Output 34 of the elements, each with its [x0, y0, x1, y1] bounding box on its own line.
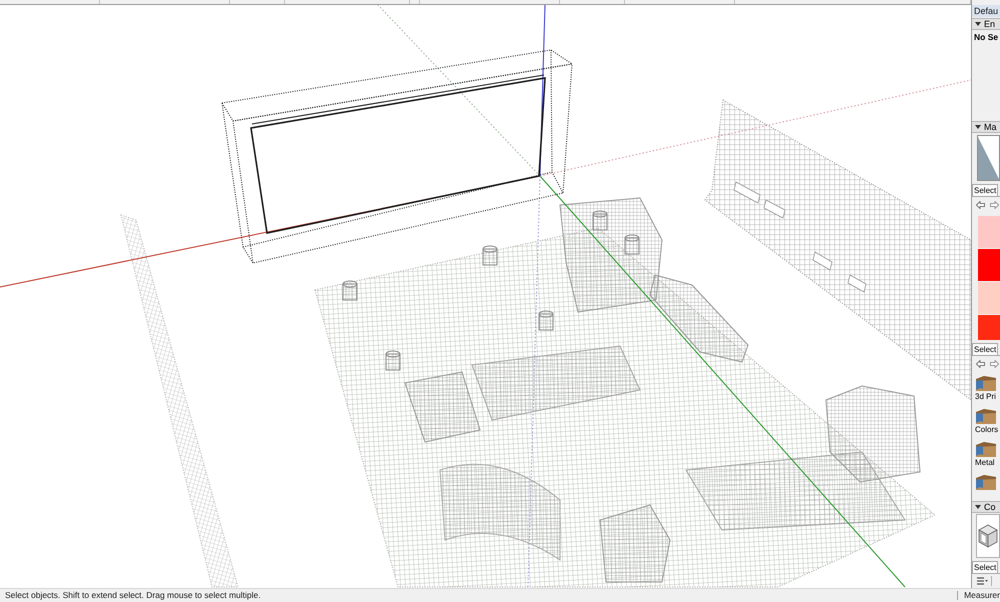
selection-status: No Se — [974, 33, 1000, 42]
folder-icon — [975, 441, 997, 458]
status-hint: Select objects. Shift to extend select. Drag mouse to select multiple. — [4, 591, 261, 600]
tab[interactable]: Select — [972, 184, 998, 196]
library-item[interactable]: Metal — [972, 439, 1000, 472]
library-item[interactable]: 3d Pri — [972, 373, 1000, 406]
wireframe-cylinder — [482, 246, 498, 266]
wireframe-cylinder — [386, 350, 400, 370]
folder-icon — [975, 375, 997, 392]
folder-icon — [975, 474, 997, 491]
library-item[interactable]: Colors — [972, 406, 1000, 439]
measurements-label: Measurer — [964, 591, 1000, 600]
wireframe-cylinder — [624, 234, 640, 254]
wireframe-cylinder — [592, 210, 608, 230]
tray-title: Defau — [972, 5, 1000, 17]
tab[interactable]: Select — [972, 561, 998, 573]
forward-arrow-icon[interactable] — [990, 201, 999, 209]
wireframe-cylinder — [342, 280, 358, 300]
color-swatch-icon[interactable] — [978, 315, 1000, 340]
panel-header[interactable]: En — [972, 18, 1000, 30]
menu-icon[interactable] — [977, 577, 988, 585]
color-swatch-icon[interactable] — [978, 216, 1000, 248]
back-arrow-icon[interactable] — [976, 201, 985, 209]
folder-icon — [975, 408, 997, 425]
color-swatch-icon[interactable] — [978, 249, 1000, 281]
panel-header[interactable]: Co — [972, 501, 1000, 513]
tab[interactable]: Select — [972, 343, 998, 355]
material-preview-icon — [977, 135, 1000, 181]
panel-header[interactable]: Ma — [972, 121, 1000, 133]
back-arrow-icon[interactable] — [976, 360, 985, 368]
forward-arrow-icon[interactable] — [990, 360, 999, 368]
model-viewport[interactable] — [0, 5, 971, 588]
wireframe-cylinder — [538, 310, 554, 330]
color-swatch-icon[interactable] — [978, 282, 1000, 314]
